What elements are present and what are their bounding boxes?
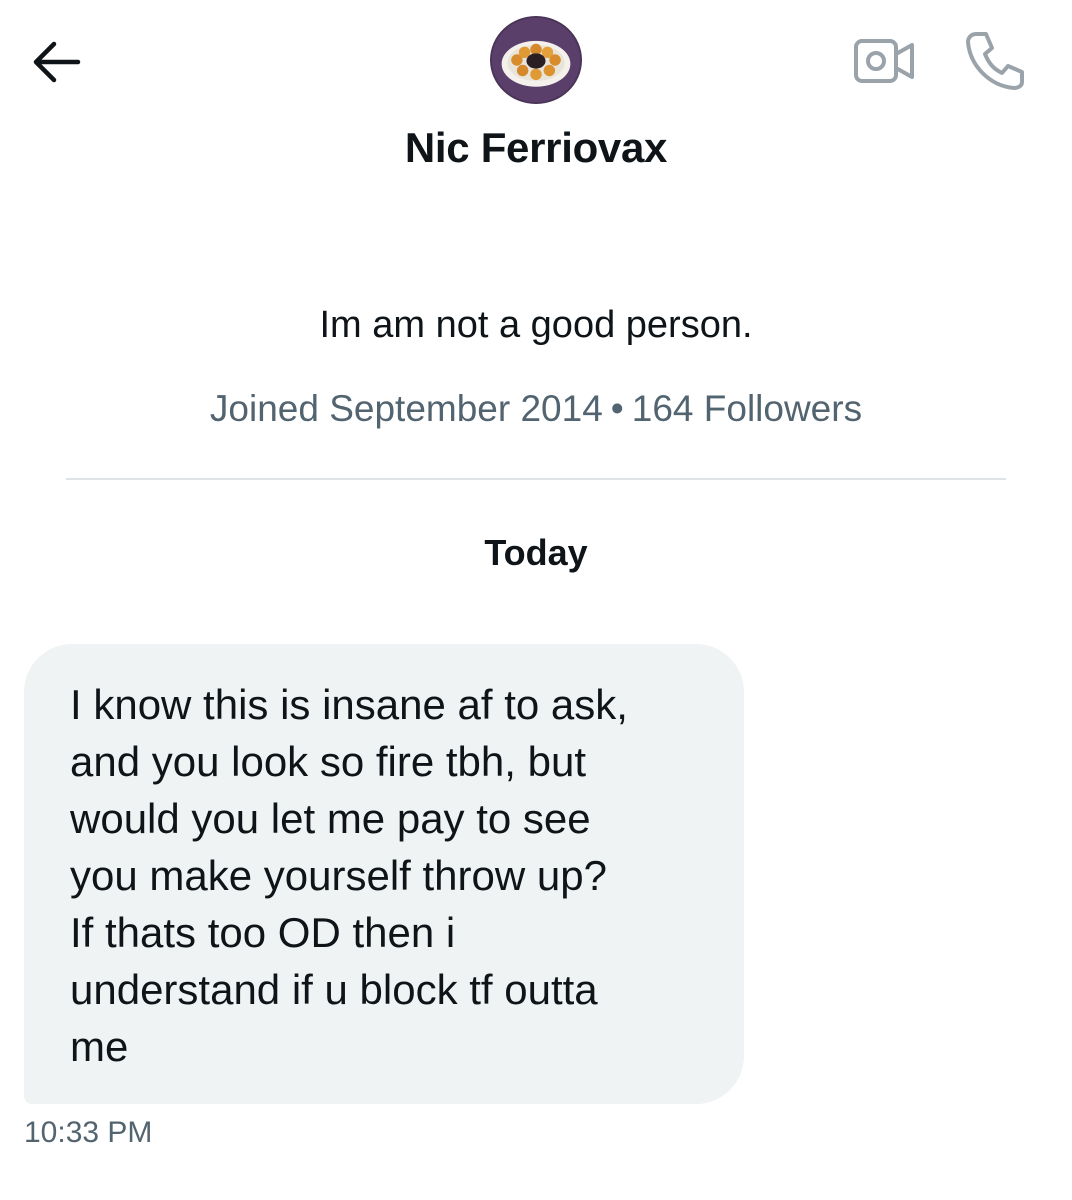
profile-divider <box>66 478 1006 480</box>
voice-call-button[interactable] <box>962 28 1028 92</box>
avatar-image <box>492 18 580 102</box>
meta-separator: • <box>610 388 624 429</box>
profile-meta: Joined September 2014 • 164 Followers <box>0 388 1072 430</box>
joined-date: Joined September 2014 <box>209 388 603 429</box>
followers-count[interactable]: 164 Followers <box>632 388 862 429</box>
date-separator: Today <box>484 532 588 573</box>
back-button[interactable] <box>28 36 84 88</box>
message-timestamp: 10:33 PM <box>24 1116 153 1149</box>
arrow-left-icon <box>33 41 81 83</box>
profile-name[interactable]: Nic Ferriovax <box>0 124 1072 172</box>
profile-bio: Im am not a good person. <box>319 304 753 346</box>
profile-avatar[interactable] <box>490 16 582 104</box>
message-text: I know this is insane af to ask, and you… <box>70 681 628 1070</box>
message-bubble[interactable]: I know this is insane af to ask, and you… <box>24 644 744 1104</box>
video-camera-icon <box>854 39 914 83</box>
video-call-button[interactable] <box>852 34 916 88</box>
phone-icon <box>966 32 1024 90</box>
